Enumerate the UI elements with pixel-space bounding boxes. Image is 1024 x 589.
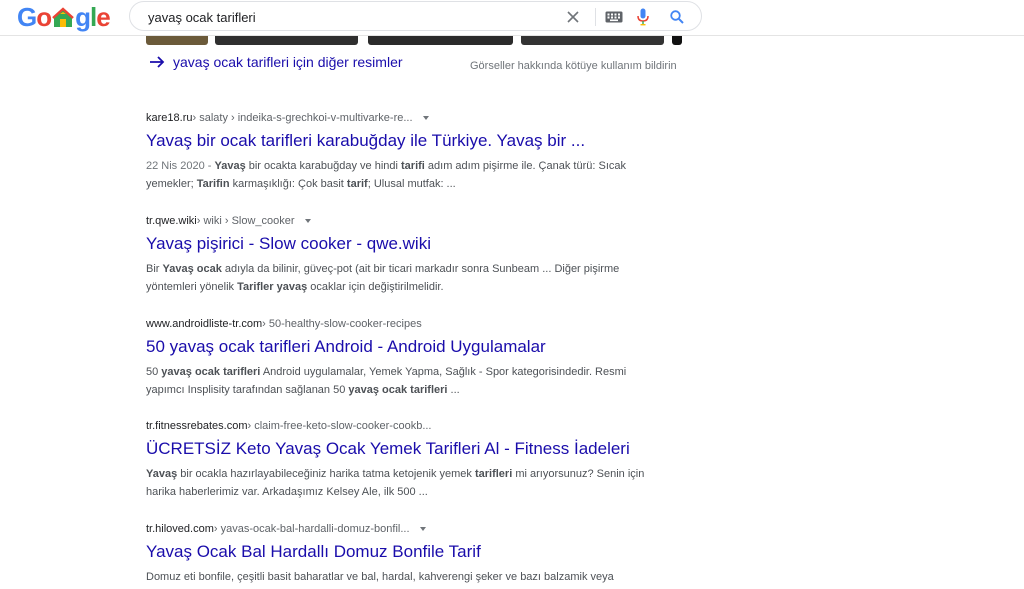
result-path: › wiki › Slow_cooker [196, 215, 295, 227]
result-path: › salaty › indeika-s-grechkoi-v-multivar… [192, 112, 413, 124]
search-box [129, 1, 702, 31]
microphone-icon[interactable] [634, 8, 652, 26]
search-result: tr.qwe.wiki › wiki › Slow_cooker Yavaş p… [146, 215, 666, 296]
image-thumbnail[interactable] [146, 36, 208, 45]
result-snippet: Bir Yavaş ocak adıyla da bilinir, güveç-… [146, 263, 620, 293]
result-title-link[interactable]: Yavaş Ocak Bal Hardallı Domuz Bonfile Ta… [146, 542, 666, 562]
header-bar: Go gle [0, 0, 1024, 36]
image-thumbnail[interactable] [672, 36, 682, 45]
more-images-link[interactable]: yavaş ocak tarifleri için diğer resimler [149, 54, 403, 70]
search-result: tr.fitnessrebates.com › claim-free-keto-… [146, 420, 666, 501]
result-cite: tr.fitnessrebates.com › claim-free-keto-… [146, 420, 666, 432]
chevron-down-icon[interactable] [303, 216, 313, 226]
result-path: › claim-free-keto-slow-cooker-cookb... [247, 420, 432, 432]
result-title-link[interactable]: 50 yavaş ocak tarifleri Android - Androi… [146, 337, 666, 357]
image-thumbnail[interactable] [521, 36, 664, 45]
house-doodle-icon [52, 7, 74, 27]
result-cite: tr.hiloved.com › yavas-ocak-bal-hardalli… [146, 523, 666, 535]
result-path: › 50-healthy-slow-cooker-recipes [262, 318, 422, 330]
result-domain: tr.hiloved.com [146, 523, 214, 535]
chevron-down-icon[interactable] [421, 113, 431, 123]
result-snippet: 22 Nis 2020 - Yavaş bir ocakta karabuğda… [146, 160, 626, 190]
google-doodle-logo[interactable]: Go gle [17, 2, 111, 32]
result-cite: kare18.ru › salaty › indeika-s-grechkoi-… [146, 112, 666, 124]
chevron-down-icon[interactable] [418, 524, 428, 534]
result-snippet: Domuz eti bonfile, çeşitli basit baharat… [146, 571, 614, 583]
more-images-label: yavaş ocak tarifleri için diğer resimler [173, 54, 403, 70]
result-domain: www.androidliste-tr.com [146, 318, 263, 330]
result-cite: www.androidliste-tr.com › 50-healthy-slo… [146, 318, 666, 330]
result-title-link[interactable]: Yavaş bir ocak tarifleri karabuğday ile … [146, 131, 666, 151]
result-path: › yavas-ocak-bal-hardalli-domuz-bonfil..… [213, 523, 410, 535]
search-result: www.androidliste-tr.com › 50-healthy-slo… [146, 318, 666, 399]
result-domain: kare18.ru [146, 112, 193, 124]
result-cite: tr.qwe.wiki › wiki › Slow_cooker [146, 215, 666, 227]
result-title-link[interactable]: ÜCRETSİZ Keto Yavaş Ocak Yemek Tarifleri… [146, 439, 666, 459]
search-box-divider [595, 8, 596, 26]
search-icon[interactable] [668, 8, 686, 26]
clear-icon[interactable] [564, 8, 582, 26]
report-images-link[interactable]: Görseller hakkında kötüye kullanım bildi… [470, 60, 677, 72]
search-result: tr.hiloved.com › yavas-ocak-bal-hardalli… [146, 523, 666, 586]
image-thumbnail[interactable] [368, 36, 513, 45]
keyboard-icon[interactable] [604, 8, 624, 26]
search-input[interactable] [148, 7, 548, 27]
result-title-link[interactable]: Yavaş pişirici - Slow cooker - qwe.wiki [146, 234, 666, 254]
result-domain: tr.qwe.wiki [146, 215, 197, 227]
image-thumbnail[interactable] [215, 36, 358, 45]
result-domain: tr.fitnessrebates.com [146, 420, 248, 432]
result-snippet: Yavaş bir ocakla hazırlayabileceğiniz ha… [146, 468, 645, 498]
result-snippet: 50 yavaş ocak tarifleri Android uygulama… [146, 366, 627, 396]
search-result: kare18.ru › salaty › indeika-s-grechkoi-… [146, 112, 666, 193]
arrow-right-icon [150, 56, 165, 68]
